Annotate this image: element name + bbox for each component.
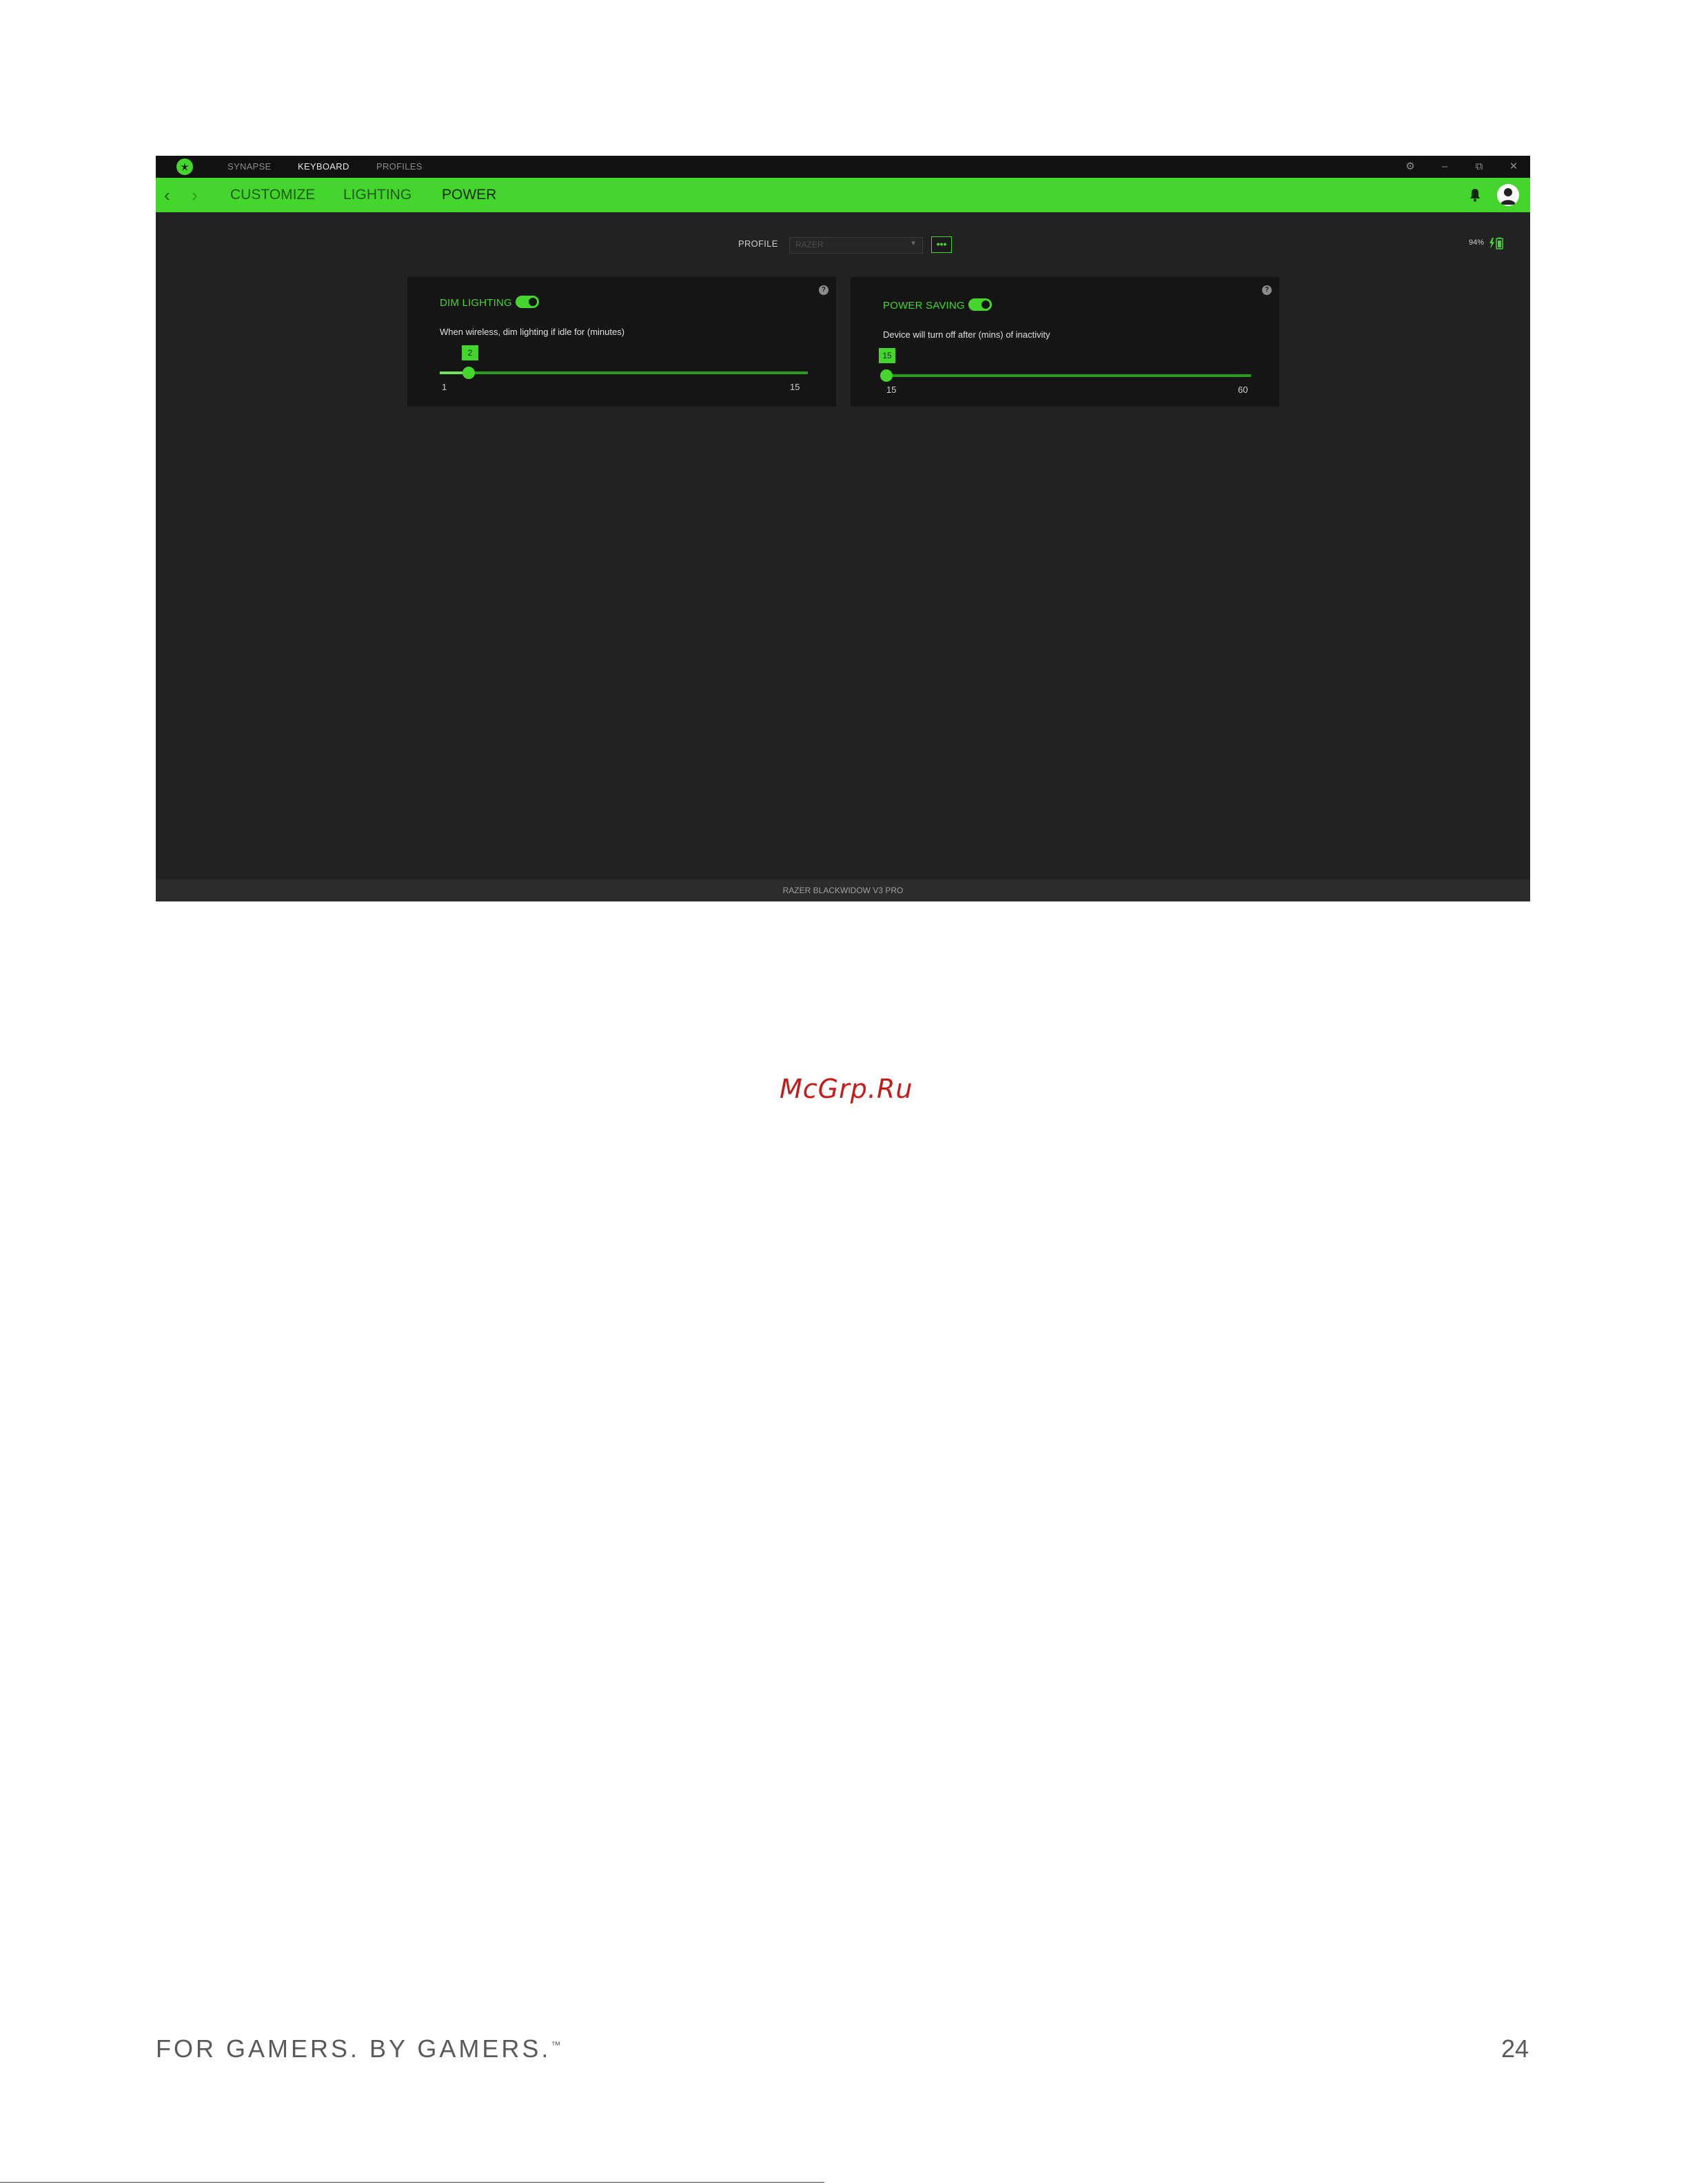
battery-percent: 94% [1469, 238, 1485, 247]
tab-customize[interactable]: CUSTOMIZE [230, 178, 315, 212]
page-number: 24 [1501, 2034, 1529, 2063]
razer-synapse-window: SYNAPSE KEYBOARD PROFILES ⚙ – ⧉ ✕ ‹ › CU… [156, 156, 1530, 901]
power-saving-value: 15 [879, 348, 895, 363]
close-icon[interactable]: ✕ [1503, 156, 1525, 178]
title-bar: SYNAPSE KEYBOARD PROFILES ⚙ – ⧉ ✕ [156, 156, 1530, 178]
profile-label: PROFILE [738, 238, 778, 249]
profile-more-button[interactable]: ••• [931, 236, 952, 253]
trademark-symbol: ™ [551, 2039, 561, 2050]
chevron-down-icon: ▼ [910, 240, 917, 247]
power-saving-min: 15 [886, 385, 897, 395]
power-saving-title: POWER SAVING [883, 300, 965, 312]
restore-icon[interactable]: ⧉ [1468, 156, 1490, 178]
nav-synapse[interactable]: SYNAPSE [227, 156, 272, 178]
dim-lighting-slider[interactable] [440, 367, 808, 379]
help-icon[interactable]: ? [1262, 285, 1272, 295]
power-saving-toggle[interactable] [968, 298, 992, 311]
footer-tagline: FOR GAMERS. BY GAMERS.™ [156, 2034, 560, 2063]
power-saving-description: Device will turn off after (mins) of ina… [883, 329, 1050, 340]
help-icon[interactable]: ? [819, 285, 828, 295]
user-avatar-icon[interactable] [1497, 184, 1519, 206]
sub-navigation-bar: ‹ › CUSTOMIZE LIGHTING POWER [156, 178, 1530, 212]
profile-value: RAZER [795, 240, 824, 249]
dim-lighting-value: 2 [462, 345, 478, 360]
dim-lighting-toggle[interactable] [516, 296, 539, 308]
razer-logo-icon[interactable] [176, 159, 193, 175]
minimize-icon[interactable]: – [1434, 156, 1456, 178]
footer-tagline-text: FOR GAMERS. BY GAMERS. [156, 2034, 551, 2063]
dim-lighting-title: DIM LIGHTING [440, 297, 512, 309]
footer-divider [0, 2182, 824, 2183]
nav-keyboard[interactable]: KEYBOARD [298, 156, 349, 178]
battery-charging-icon [1488, 237, 1505, 253]
back-arrow-icon[interactable]: ‹ [164, 178, 170, 212]
tab-lighting[interactable]: LIGHTING [343, 178, 411, 212]
settings-icon[interactable]: ⚙ [1399, 156, 1421, 178]
power-saving-slider-thumb[interactable] [880, 369, 893, 382]
power-saving-card: ? POWER SAVING Device will turn off afte… [851, 277, 1279, 407]
watermark: McGrp.Ru [780, 1074, 913, 1104]
dim-lighting-max: 15 [790, 382, 800, 392]
power-saving-slider[interactable] [880, 369, 1251, 382]
power-saving-max: 60 [1238, 385, 1248, 395]
forward-arrow-icon[interactable]: › [192, 178, 198, 212]
dim-lighting-card: ? DIM LIGHTING When wireless, dim lighti… [407, 277, 836, 407]
device-bar: RAZER BLACKWIDOW V3 PRO [156, 879, 1530, 901]
dim-lighting-description: When wireless, dim lighting if idle for … [440, 327, 625, 337]
dim-lighting-min: 1 [442, 382, 447, 392]
tab-power[interactable]: POWER [442, 178, 496, 212]
profile-dropdown[interactable]: RAZER ▼ [789, 237, 923, 254]
bell-icon[interactable] [1467, 187, 1483, 203]
nav-profiles[interactable]: PROFILES [376, 156, 423, 178]
device-name: RAZER BLACKWIDOW V3 PRO [782, 886, 904, 895]
dim-lighting-slider-thumb[interactable] [462, 367, 475, 379]
